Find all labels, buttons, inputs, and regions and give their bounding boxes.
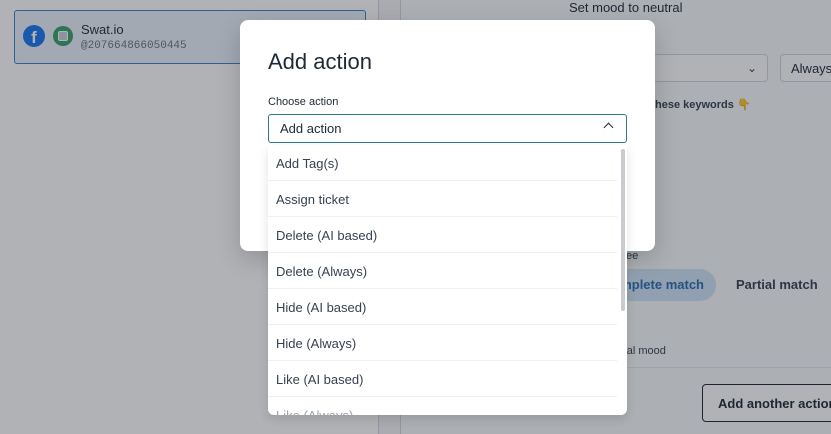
option-hide-always[interactable]: Hide (Always)	[268, 325, 617, 361]
option-assign-ticket[interactable]: Assign ticket	[268, 181, 617, 217]
option-delete-ai[interactable]: Delete (AI based)	[268, 217, 617, 253]
option-delete-always[interactable]: Delete (Always)	[268, 253, 617, 289]
action-dropdown: Add Tag(s) Assign ticket Delete (AI base…	[268, 145, 627, 415]
action-select-value: Add action	[280, 121, 342, 136]
option-like-ai[interactable]: Like (AI based)	[268, 361, 617, 397]
choose-action-label: Choose action	[268, 96, 339, 108]
chevron-up-icon	[603, 122, 614, 133]
option-hide-ai[interactable]: Hide (AI based)	[268, 289, 617, 325]
action-select[interactable]: Add action	[268, 114, 627, 143]
dropdown-scrollbar[interactable]	[621, 149, 625, 311]
option-like-always[interactable]: Like (Always)	[268, 397, 617, 415]
modal-title: Add action	[268, 49, 372, 74]
option-add-tags[interactable]: Add Tag(s)	[268, 145, 617, 181]
